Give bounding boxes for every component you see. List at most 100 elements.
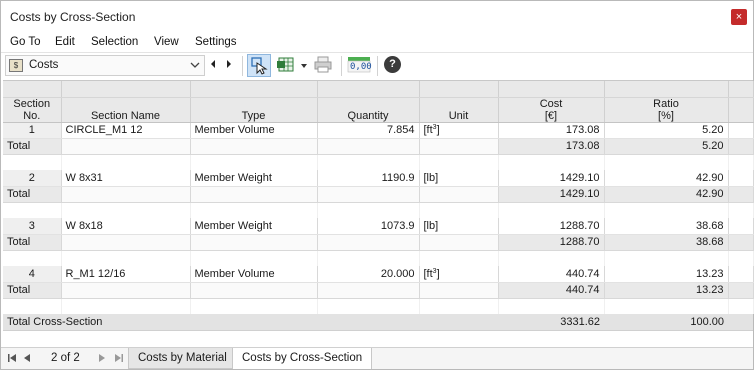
spacer-row [3,250,754,266]
cell-section-no[interactable]: 4 [3,266,62,283]
menu-settings[interactable]: Settings [195,36,237,48]
chevron-down-icon [190,58,200,75]
cell-quantity[interactable]: 20.000 [317,266,420,283]
select-in-model-button[interactable] [247,54,271,77]
table-row[interactable]: 1 CIRCLE_M1 12 Member Volume 7.854 [ft3]… [3,122,754,139]
menu-goto[interactable]: Go To [10,36,40,48]
col-header-section-no[interactable]: Section No. [3,97,62,123]
menu-edit[interactable]: Edit [55,36,75,48]
cell-ratio[interactable]: 42.90 [604,170,729,187]
cell-section-name[interactable]: W 8x31 [61,170,191,187]
total-cost: 1288.70 [498,234,605,251]
total-cost: 440.74 [498,282,605,299]
grand-total-label: Total Cross-Section [3,314,498,331]
sheet-tab-bar: 2 of 2 Costs by Material Costs by Cross-… [1,347,753,369]
cell-type[interactable]: Member Volume [190,266,318,283]
total-cost: 1429.10 [498,186,605,203]
tab-costs-by-material[interactable]: Costs by Material [128,348,237,369]
cell-section-name[interactable]: W 8x18 [61,218,191,235]
total-label: Total [3,186,62,203]
print-button[interactable] [312,54,336,77]
table-row[interactable]: 2 W 8x31 Member Weight 1190.9 [lb] 1429.… [3,170,754,187]
toolbar: $ Costs 0,00 ? [1,52,753,78]
window-title: Costs by Cross-Section [10,10,136,24]
print-icon [314,56,332,73]
cell-unit[interactable]: [lb] [419,218,499,235]
total-ratio: 38.68 [604,234,729,251]
first-page-icon[interactable] [7,353,17,365]
col-header-extra [728,97,754,123]
cell-type[interactable]: Member Volume [190,122,318,139]
menu-selection[interactable]: Selection [91,36,138,48]
cell-cost[interactable]: 1429.10 [498,170,605,187]
cell-unit[interactable]: [ft3] [419,122,499,139]
last-page-icon[interactable] [114,353,124,365]
close-icon[interactable]: × [731,9,747,25]
toolbar-separator [377,56,378,76]
costs-window: Costs by Cross-Section × Go To Edit Sele… [0,0,754,370]
select-arrow-icon [251,57,268,75]
total-ratio: 5.20 [604,138,729,155]
total-label: Total [3,234,62,251]
costs-icon: $ [9,59,23,72]
export-dropdown-icon[interactable] [300,61,308,73]
menu-view[interactable]: View [154,36,179,48]
total-row[interactable]: Total 173.08 5.20 [3,138,754,155]
grand-total-ratio: 100.00 [604,314,728,331]
title-bar: Costs by Cross-Section × [1,1,753,32]
export-table-button[interactable] [275,54,299,77]
cell-cost[interactable]: 1288.70 [498,218,605,235]
toolbar-separator [242,56,243,76]
cell-section-no[interactable]: 2 [3,170,62,187]
total-ratio: 42.90 [604,186,729,203]
cell-ratio[interactable]: 5.20 [604,122,729,139]
page-indicator: 2 of 2 [51,352,80,364]
cell-section-no[interactable]: 1 [3,122,62,139]
total-row[interactable]: Total 1288.70 38.68 [3,234,754,251]
previous-page-icon[interactable] [23,353,31,365]
cell-quantity[interactable]: 1073.9 [317,218,420,235]
cell-section-name[interactable]: CIRCLE_M1 12 [61,122,191,139]
cell-section-no[interactable]: 3 [3,218,62,235]
next-page-icon[interactable] [98,353,106,365]
total-label: Total [3,138,62,155]
cell-type[interactable]: Member Weight [190,170,318,187]
cell-section-name[interactable]: R_M1 12/16 [61,266,191,283]
cell-unit[interactable]: [lb] [419,170,499,187]
cell-type[interactable]: Member Weight [190,218,318,235]
header-row: Section No. Section Name Type Quantity Un… [3,97,754,123]
cell-ratio[interactable]: 13.23 [604,266,729,283]
cell-quantity[interactable]: 7.854 [317,122,420,139]
table-row[interactable]: 4 R_M1 12/16 Member Volume 20.000 [ft3] … [3,266,754,283]
total-ratio: 13.23 [604,282,729,299]
grand-total-row[interactable]: Total Cross-Section 3331.62 100.00 [3,314,753,331]
cell-ratio[interactable]: 38.68 [604,218,729,235]
total-cost: 173.08 [498,138,605,155]
cell-cost[interactable]: 440.74 [498,266,605,283]
cell-unit[interactable]: [ft3] [419,266,499,283]
col-header-type[interactable]: Type [190,97,318,123]
tab-costs-by-cross-section[interactable]: Costs by Cross-Section [232,348,373,369]
decimal-places-button[interactable]: 0,00 [346,54,372,77]
table-row[interactable]: 3 W 8x18 Member Weight 1073.9 [lb] 1288.… [3,218,754,235]
col-header-unit[interactable]: Unit [419,97,499,123]
spacer-row [3,298,754,314]
costs-table: Section No. Section Name Type Quantity Un… [3,80,754,345]
col-header-ratio[interactable]: Ratio [%] [604,97,729,123]
table-select-dropdown[interactable]: $ Costs [5,55,205,76]
total-row[interactable]: Total 440.74 13.23 [3,282,754,299]
spacer-row [3,202,754,218]
col-header-section-name[interactable]: Section Name [61,97,191,123]
grand-total-cost: 3331.62 [498,314,604,331]
cell-quantity[interactable]: 1190.9 [317,170,420,187]
col-header-cost[interactable]: Cost [€] [498,97,605,123]
cell-cost[interactable]: 173.08 [498,122,605,139]
next-table-icon[interactable] [225,58,233,72]
col-header-quantity[interactable]: Quantity [317,97,420,123]
total-label: Total [3,282,62,299]
excel-export-icon [277,57,294,72]
total-row[interactable]: Total 1429.10 42.90 [3,186,754,203]
previous-table-icon[interactable] [209,58,217,72]
table-select-value: Costs [29,59,59,71]
help-button[interactable]: ? [381,54,405,77]
